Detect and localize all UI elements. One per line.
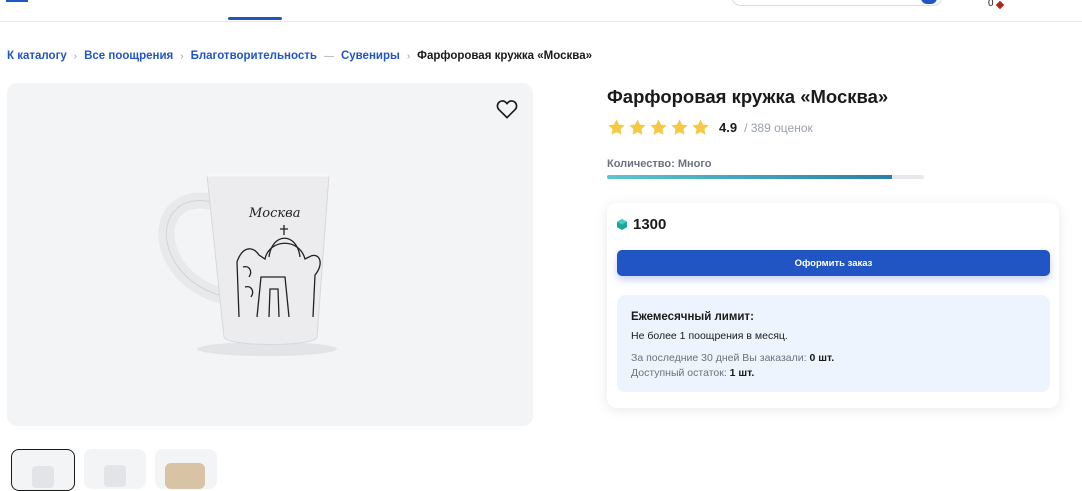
chevron-right-icon: › bbox=[406, 50, 411, 62]
order-button[interactable]: Оформить заказ bbox=[617, 250, 1050, 276]
cart-count: 0 bbox=[988, 0, 994, 9]
limit-text: Не более 1 поощрения в месяц. bbox=[631, 330, 788, 342]
price-value: 1300 bbox=[633, 216, 667, 233]
remaining-line: Доступный остаток: 1 шт. bbox=[631, 367, 754, 379]
star-icon bbox=[650, 119, 667, 135]
remaining-value: 1 шт. bbox=[729, 367, 755, 379]
star-icon bbox=[671, 119, 688, 135]
remaining-label: Доступный остаток: bbox=[631, 367, 727, 379]
chevron-right-icon: › bbox=[73, 50, 78, 62]
breadcrumb-link-charity[interactable]: Благотворительность bbox=[191, 50, 317, 62]
active-tab-indicator bbox=[228, 17, 282, 20]
menu-icon[interactable] bbox=[6, 0, 28, 6]
product-title: Фарфоровая кружка «Москва» bbox=[607, 86, 889, 107]
quantity-bar-fill bbox=[607, 175, 893, 179]
thumbnail-strip bbox=[11, 449, 217, 491]
price-card: 1300 Оформить заказ Ежемесячный лимит: Н… bbox=[607, 203, 1059, 408]
limit-title: Ежемесячный лимит: bbox=[631, 311, 754, 323]
cart-gem-icon[interactable] bbox=[995, 0, 1005, 10]
dash-separator-icon: — bbox=[323, 50, 334, 62]
product-rating: 4.9 / 389 оценок bbox=[607, 118, 813, 137]
top-bar: 0 bbox=[0, 0, 1082, 22]
rating-stars bbox=[607, 118, 710, 137]
ordered-value: 0 шт. bbox=[809, 352, 835, 364]
gem-icon bbox=[617, 219, 627, 230]
chevron-right-icon: › bbox=[180, 50, 184, 62]
ordered-label: За последние 30 дней Вы заказали: bbox=[631, 352, 807, 364]
rating-count[interactable]: / 389 оценок bbox=[744, 121, 813, 135]
price: 1300 bbox=[617, 216, 666, 233]
product-image-mug: Москва bbox=[158, 173, 337, 356]
breadcrumb-link-souvenirs[interactable]: Сувениры bbox=[341, 50, 400, 62]
breadcrumb-current: Фарфоровая кружка «Москва» bbox=[417, 50, 592, 62]
breadcrumb-link-catalog[interactable]: К каталогу bbox=[7, 50, 67, 62]
mug-inscription: Москва bbox=[248, 206, 301, 221]
star-icon bbox=[692, 119, 709, 135]
thumbnail-3[interactable] bbox=[155, 449, 217, 489]
breadcrumb: К каталогу › Все поощрения › Благотворит… bbox=[7, 50, 592, 62]
thumbnail-1[interactable] bbox=[11, 449, 75, 491]
thumbnail-2[interactable] bbox=[84, 449, 146, 489]
breadcrumb-link-all-rewards[interactable]: Все поощрения bbox=[84, 50, 173, 62]
search-input[interactable] bbox=[731, 0, 943, 6]
star-icon bbox=[629, 119, 646, 135]
monthly-limit-box: Ежемесячный лимит: Не более 1 поощрения … bbox=[617, 295, 1050, 392]
product-gallery[interactable]: Москва bbox=[7, 83, 533, 426]
favorite-heart-icon[interactable] bbox=[496, 99, 518, 119]
quantity-bar bbox=[607, 175, 924, 179]
quantity-label: Количество: Много bbox=[607, 158, 712, 170]
star-icon bbox=[608, 119, 625, 135]
ordered-line: За последние 30 дней Вы заказали: 0 шт. bbox=[631, 352, 834, 364]
rating-value: 4.9 bbox=[719, 120, 738, 135]
